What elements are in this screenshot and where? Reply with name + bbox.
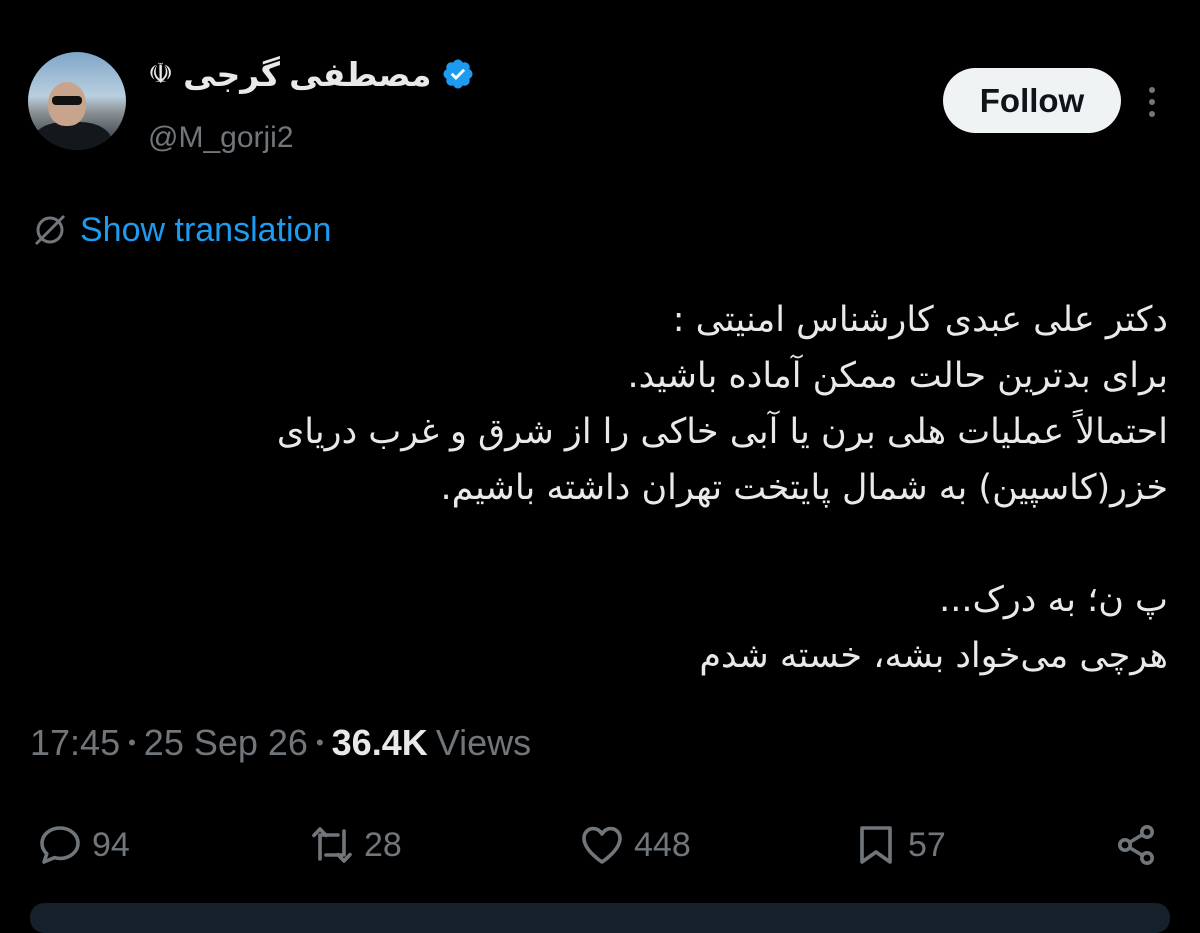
user-handle[interactable]: @M_gorji2 [148, 121, 294, 155]
tweet-line: هرچی می‌خواد بشه، خسته شدم [699, 636, 1168, 676]
tweet-line: خزر(کاسپین) به شمال پایتخت تهران داشته ب… [440, 468, 1168, 508]
repost-count: 28 [364, 825, 402, 864]
repost-icon [312, 827, 352, 863]
repost-button[interactable]: 28 [308, 815, 402, 875]
tweet-date[interactable]: 25 Sep 26 [144, 722, 308, 764]
share-icon [1118, 825, 1154, 865]
views-count: 36.4K [331, 722, 428, 763]
avatar-body [32, 122, 112, 150]
reply-icon [40, 826, 80, 864]
tweet-text: دکتر علی عبدی کارشناس امنیتی : برای بدتر… [28, 292, 1168, 684]
emblem-icon: ☫ [148, 58, 174, 89]
tweet-meta: 17:45 • 25 Sep 26 • 36.4K Views [30, 722, 531, 764]
meta-separator: • [315, 730, 324, 755]
like-button[interactable]: 448 [578, 815, 691, 875]
translate-globe-icon [34, 214, 66, 246]
tweet-time[interactable]: 17:45 [30, 722, 120, 764]
heart-icon [582, 826, 622, 864]
name-row: ☫ مصطفی گرجی [148, 50, 475, 98]
tweet-paragraph-gap [28, 516, 1168, 572]
tweet-line: پ ن؛ به درک... [939, 580, 1168, 620]
share-button[interactable] [1112, 815, 1160, 875]
avatar-glasses [52, 96, 82, 105]
avatar[interactable] [28, 52, 126, 150]
reply-button[interactable]: 94 [36, 815, 130, 875]
bookmark-icon [860, 826, 892, 864]
views-label: Views [435, 722, 532, 763]
reply-composer-bar[interactable] [30, 903, 1170, 933]
more-options-icon[interactable] [1140, 84, 1164, 120]
verified-badge-icon [443, 59, 473, 89]
show-translation-label[interactable]: Show translation [80, 211, 331, 250]
meta-separator: • [128, 730, 136, 755]
bookmark-count: 57 [908, 825, 946, 864]
bookmark-button[interactable]: 57 [852, 815, 946, 875]
follow-button[interactable]: Follow [943, 68, 1121, 133]
tweet-line: دکتر علی عبدی کارشناس امنیتی : [672, 300, 1168, 340]
tweet-line: برای بدترین حالت ممکن آماده باشید. [627, 356, 1168, 396]
show-translation-link[interactable]: Show translation [30, 210, 331, 250]
like-count: 448 [634, 825, 691, 864]
tweet-line: احتمالاً عملیات هلی برن یا آبی خاکی را ا… [276, 412, 1168, 452]
action-bar: 94 28 448 57 [0, 815, 1200, 875]
display-name[interactable]: مصطفی گرجی [183, 55, 431, 94]
reply-count: 94 [92, 825, 130, 864]
